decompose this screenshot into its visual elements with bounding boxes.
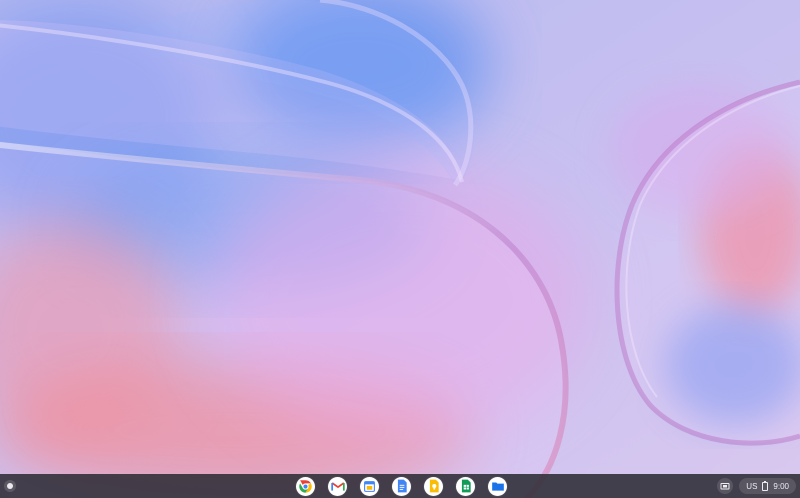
clock: 9:00 bbox=[773, 481, 789, 491]
google-calendar-icon[interactable] bbox=[360, 476, 379, 496]
gmail-icon[interactable] bbox=[328, 476, 347, 496]
files-icon[interactable] bbox=[488, 476, 507, 496]
battery-icon bbox=[762, 480, 769, 491]
screen-capture-icon[interactable] bbox=[717, 478, 734, 494]
google-sheets-icon[interactable] bbox=[456, 476, 475, 496]
status-tray: US 9:00 bbox=[717, 477, 796, 495]
shelf-apps bbox=[296, 474, 507, 498]
launcher-button[interactable] bbox=[4, 480, 16, 492]
desktop: US 9:00 bbox=[0, 0, 800, 498]
wallpaper bbox=[0, 0, 800, 498]
shelf: US 9:00 bbox=[0, 474, 800, 498]
google-keep-icon[interactable] bbox=[424, 476, 443, 496]
status-area-button[interactable]: US 9:00 bbox=[739, 478, 796, 494]
chrome-icon[interactable] bbox=[296, 476, 315, 496]
google-docs-icon[interactable] bbox=[392, 476, 411, 496]
input-method-label: US bbox=[746, 481, 758, 491]
